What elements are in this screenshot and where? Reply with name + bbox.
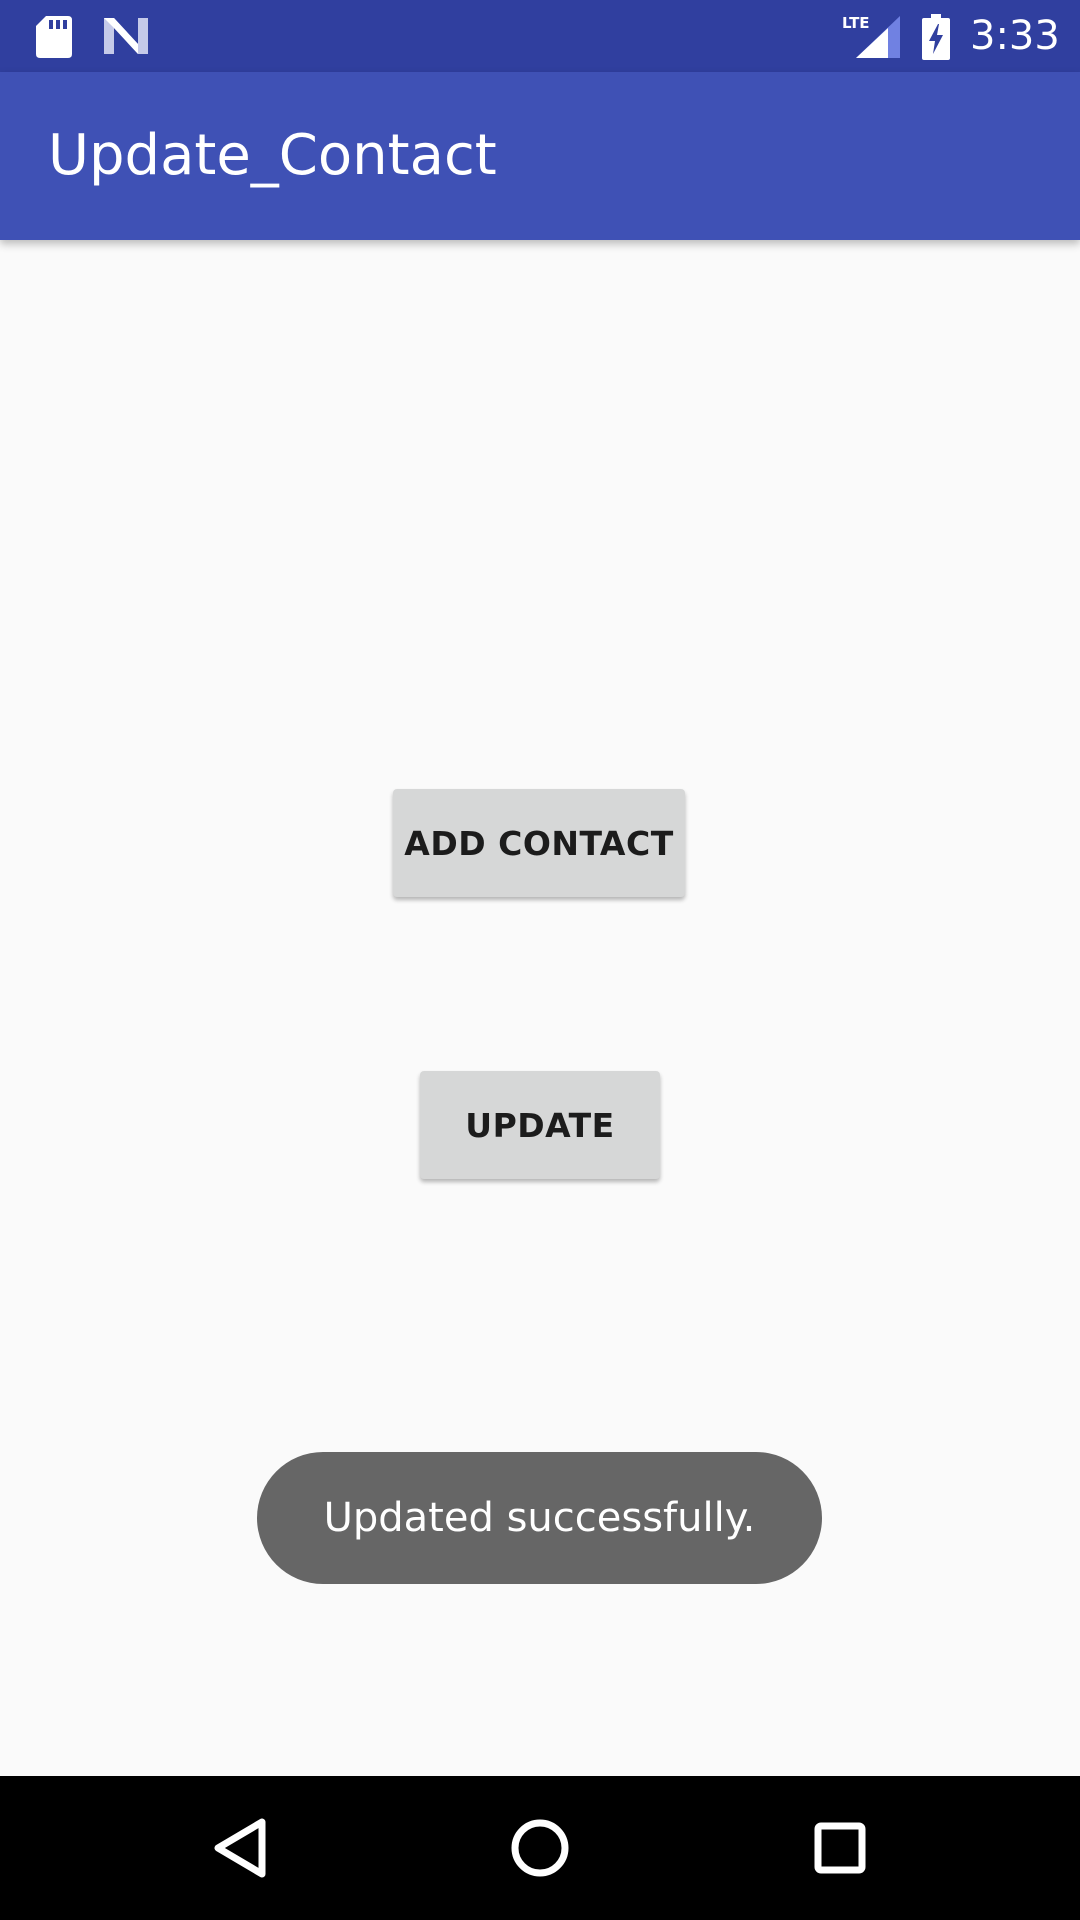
- sd-card-icon: [36, 16, 72, 58]
- update-button[interactable]: UPDATE: [420, 1071, 660, 1179]
- back-button[interactable]: [190, 1798, 290, 1898]
- lte-label: LTE: [842, 14, 870, 32]
- home-icon: [511, 1819, 569, 1877]
- lte-signal-icon: LTE: [842, 14, 900, 58]
- back-icon: [214, 1818, 266, 1878]
- n-logo-icon: [104, 18, 148, 54]
- status-clock: 3:33: [970, 13, 1060, 59]
- app-bar: Update_Contact: [0, 72, 1080, 240]
- app-title: Update_Contact: [48, 123, 497, 188]
- status-bar: LTE 3:33: [0, 0, 1080, 72]
- battery-charging-icon: [922, 14, 950, 60]
- recents-button[interactable]: [790, 1798, 890, 1898]
- recents-icon: [814, 1822, 866, 1874]
- navigation-bar: [0, 1776, 1080, 1920]
- toast-message: Updated successfully.: [257, 1452, 822, 1584]
- screen: LTE 3:33 Update_Contact ADD CONTACT UPDA…: [0, 0, 1080, 1920]
- main-content: ADD CONTACT UPDATE Updated successfully.: [0, 240, 1080, 1776]
- home-button[interactable]: [490, 1798, 590, 1898]
- add-contact-button[interactable]: ADD CONTACT: [393, 789, 685, 897]
